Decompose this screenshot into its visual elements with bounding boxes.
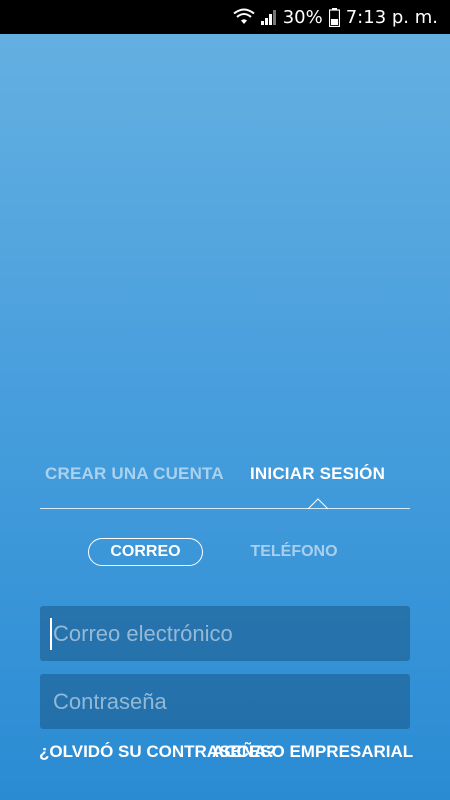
business-access-link[interactable]: ACCESO EMPRESARIAL	[212, 742, 413, 762]
method-email-label: CORREO	[110, 543, 181, 560]
method-phone-label: TELÉFONO	[250, 543, 338, 560]
password-field[interactable]	[40, 674, 410, 729]
password-input[interactable]	[51, 687, 395, 716]
signal-icon	[260, 8, 277, 26]
battery-icon	[328, 7, 340, 27]
battery-percent: 30%	[282, 6, 323, 28]
auth-tabs: CREAR UNA CUENTA INICIAR SESIÓN	[40, 450, 410, 510]
method-phone-button[interactable]: TELÉFONO	[238, 538, 350, 566]
active-tab-caret-icon	[308, 498, 328, 510]
method-email-button[interactable]: CORREO	[88, 538, 203, 566]
status-bar: 30% 7:13 p. m.	[0, 0, 450, 34]
email-field[interactable]	[40, 606, 410, 661]
tabs-divider	[40, 508, 410, 509]
tab-create-account[interactable]: CREAR UNA CUENTA	[45, 464, 224, 484]
text-cursor	[50, 618, 52, 650]
wifi-icon	[233, 8, 255, 26]
clock: 7:13 p. m.	[345, 6, 438, 28]
email-input[interactable]	[51, 619, 395, 648]
tab-sign-in[interactable]: INICIAR SESIÓN	[250, 464, 385, 484]
